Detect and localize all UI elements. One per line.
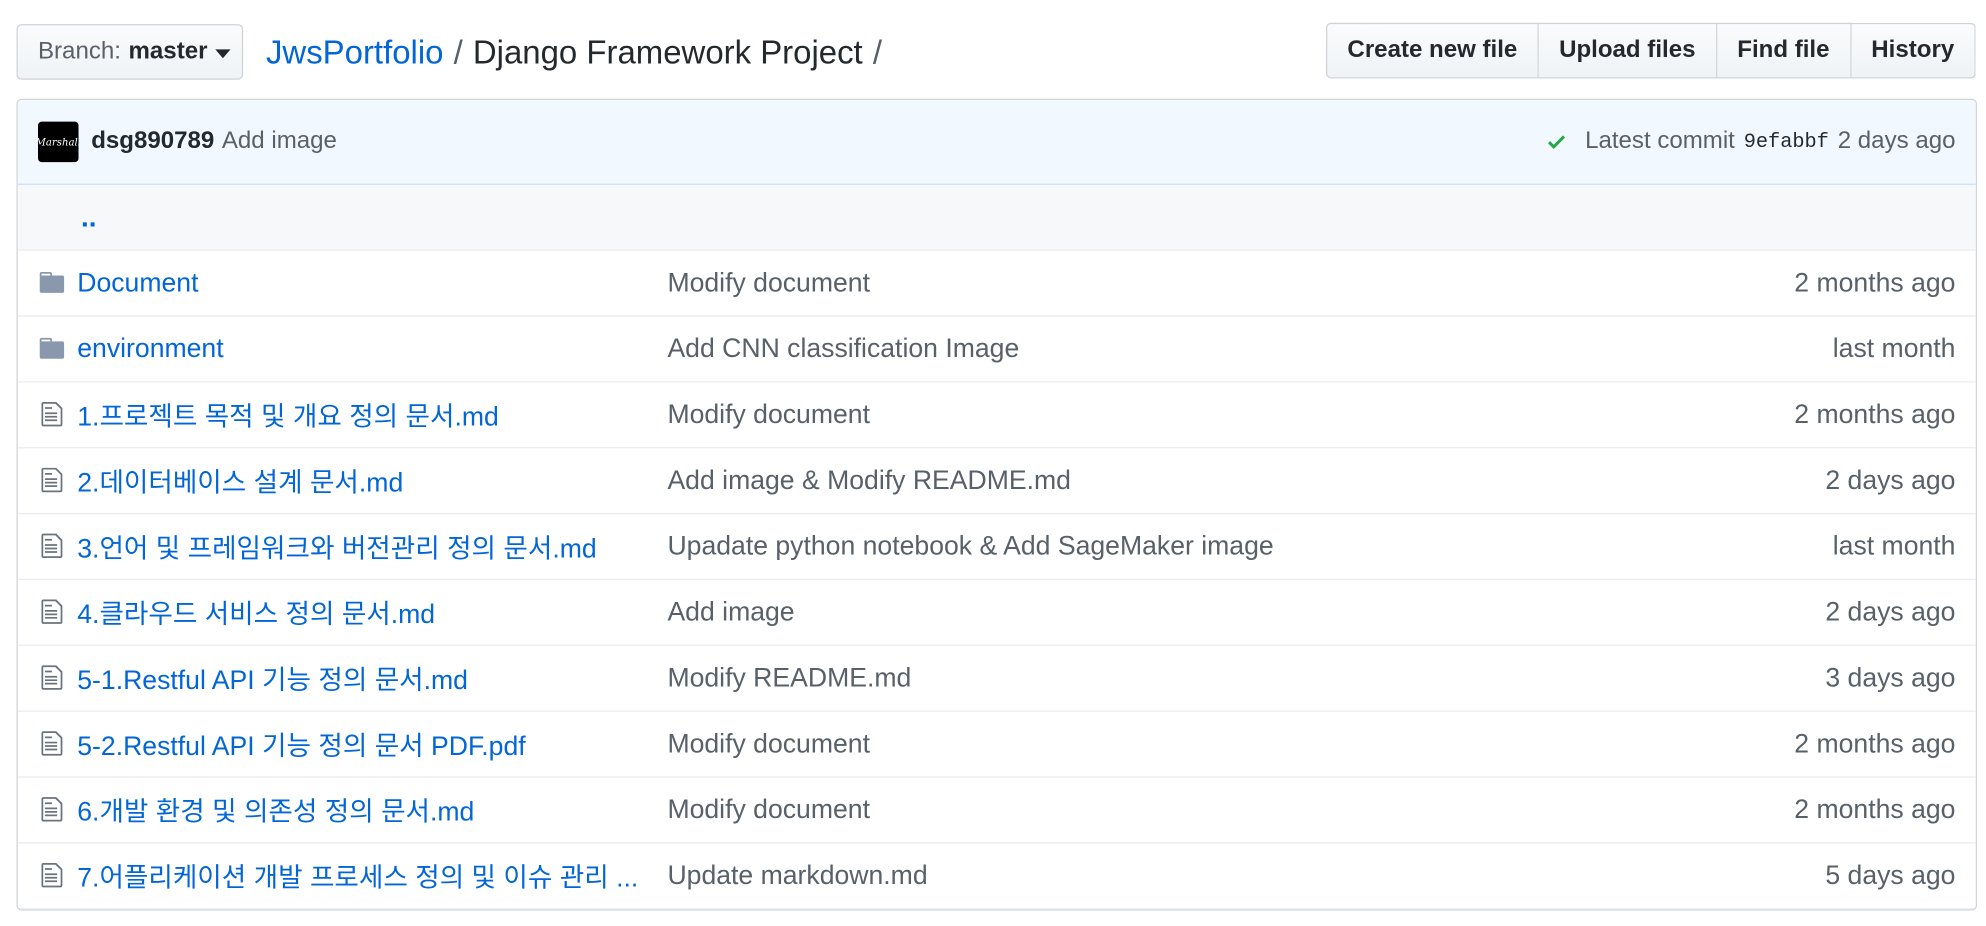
caret-down-icon <box>215 48 231 58</box>
file-name-link[interactable]: Document <box>77 268 639 298</box>
file-row: 5-2.Restful API 기능 정의 문서 PDF.pdf Modify d… <box>17 712 1976 778</box>
latest-commit-bar: Marshall dsg890789 Add image Latest comm… <box>17 100 1976 185</box>
file-age: 2 months ago <box>1794 399 1956 429</box>
file-commit-message-link[interactable]: Modify document <box>667 400 870 430</box>
branch-name: master <box>128 37 208 65</box>
file-name-link[interactable]: 6.개발 환경 및 의존성 정의 문서.md <box>77 791 639 829</box>
file-icon <box>38 730 66 758</box>
file-row: 4.클라우드 서비스 정의 문서.md Add image 2 days ago <box>17 580 1976 646</box>
commit-age: 2 days ago <box>1837 127 1956 155</box>
file-row: 5-1.Restful API 기능 정의 문서.md Modify README… <box>17 646 1976 712</box>
latest-commit-label: Latest commit <box>1585 127 1735 155</box>
file-row: 7.어플리케이션 개발 프로세스 정의 및 이슈 관리 ... Update ma… <box>17 843 1976 910</box>
file-name-link[interactable]: 2.데이터베이스 설계 문서.md <box>77 462 639 500</box>
file-icon <box>38 795 66 823</box>
file-commit-message-link[interactable]: Update markdown.md <box>667 861 927 891</box>
file-commit-message-link[interactable]: Upadate python notebook & Add SageMaker … <box>667 531 1273 561</box>
breadcrumb: JwsPortfolio / Django Framework Project / <box>266 30 892 73</box>
file-commit-message-link[interactable]: Modify document <box>667 268 870 298</box>
file-name-link[interactable]: 7.어플리케이션 개발 프로세스 정의 및 이슈 관리 ... <box>77 857 639 895</box>
avatar-logo-text: Marshall <box>37 136 79 148</box>
file-age: 2 months ago <box>1794 267 1956 297</box>
file-icon <box>38 466 66 494</box>
find-file-button[interactable]: Find file <box>1716 22 1852 79</box>
file-name-link[interactable]: 4.클라우드 서비스 정의 문서.md <box>77 593 639 631</box>
file-commit-message-link[interactable]: Modify document <box>667 729 870 759</box>
file-list: Document Modify document 2 months ago envir… <box>17 251 1976 910</box>
file-commit-message-link[interactable]: Modify document <box>667 795 870 825</box>
file-table: Marshall dsg890789 Add image Latest comm… <box>16 98 1978 911</box>
file-row: 1.프로젝트 목적 및 개요 정의 문서.md Modify document 2 … <box>17 382 1976 449</box>
commit-meta: Latest commit 9efabbf 2 days ago <box>1545 100 1956 184</box>
file-actions-group: Create new file Upload files Find file H… <box>1325 22 1976 79</box>
branch-selector-button[interactable]: Branch: master <box>16 24 244 80</box>
upload-files-button[interactable]: Upload files <box>1538 22 1717 79</box>
breadcrumb-separator: / <box>453 32 463 71</box>
file-row: 2.데이터베이스 설계 문서.md Add image & Modify READ… <box>17 448 1976 515</box>
file-name-link[interactable]: 5-2.Restful API 기능 정의 문서 PDF.pdf <box>77 725 639 763</box>
file-row: Document Modify document 2 months ago <box>17 251 1976 317</box>
check-icon <box>1547 135 1565 149</box>
file-name-link[interactable]: 1.프로젝트 목적 및 개요 정의 문서.md <box>77 396 639 434</box>
file-name-link[interactable]: 3.언어 및 프레임워크와 버전관리 정의 문서.md <box>77 527 639 565</box>
breadcrumb-separator: / <box>872 32 882 71</box>
avatar[interactable]: Marshall <box>37 121 79 163</box>
file-age: 2 months ago <box>1794 794 1956 824</box>
file-commit-message-link[interactable]: Add image <box>667 597 794 627</box>
file-age: 5 days ago <box>1825 860 1956 890</box>
commit-sha-link[interactable]: 9efabbf <box>1744 130 1829 153</box>
file-icon <box>38 861 66 889</box>
commit-author-link[interactable]: dsg890789 <box>91 128 214 156</box>
current-folder-title: Django Framework Project <box>472 32 863 71</box>
parent-directory-row: .. <box>17 184 1976 251</box>
file-icon <box>38 664 66 692</box>
file-age: 3 days ago <box>1825 663 1956 693</box>
folder-icon <box>38 334 66 362</box>
repo-link[interactable]: JwsPortfolio <box>266 33 444 71</box>
folder-icon <box>38 268 66 296</box>
commit-message-link[interactable]: Add image <box>222 128 337 156</box>
file-row: 3.언어 및 프레임워크와 버전관리 정의 문서.md Upadate pytho… <box>17 514 1976 581</box>
parent-directory-link[interactable]: .. <box>81 201 96 234</box>
branch-prefix-label: Branch: <box>37 37 121 65</box>
file-age: last month <box>1832 333 1956 363</box>
history-button[interactable]: History <box>1851 22 1976 79</box>
create-new-file-button[interactable]: Create new file <box>1325 22 1539 79</box>
file-age: 2 days ago <box>1825 465 1956 495</box>
file-commit-message-link[interactable]: Add image & Modify README.md <box>667 465 1071 495</box>
file-commit-message-link[interactable]: Add CNN classification Image <box>667 334 1019 364</box>
file-commit-message-link[interactable]: Modify README.md <box>667 663 911 693</box>
file-age: last month <box>1832 531 1956 561</box>
file-icon <box>38 532 66 560</box>
file-row: 6.개발 환경 및 의존성 정의 문서.md Modify document 2 m… <box>17 778 1976 844</box>
file-icon <box>38 598 66 626</box>
file-age: 2 months ago <box>1794 728 1956 759</box>
file-row: environment Add CNN classification Image l… <box>17 317 1976 383</box>
file-name-link[interactable]: environment <box>77 334 639 364</box>
file-icon <box>38 400 66 428</box>
file-age: 2 days ago <box>1825 597 1956 627</box>
file-name-link[interactable]: 5-1.Restful API 기능 정의 문서.md <box>77 659 639 697</box>
